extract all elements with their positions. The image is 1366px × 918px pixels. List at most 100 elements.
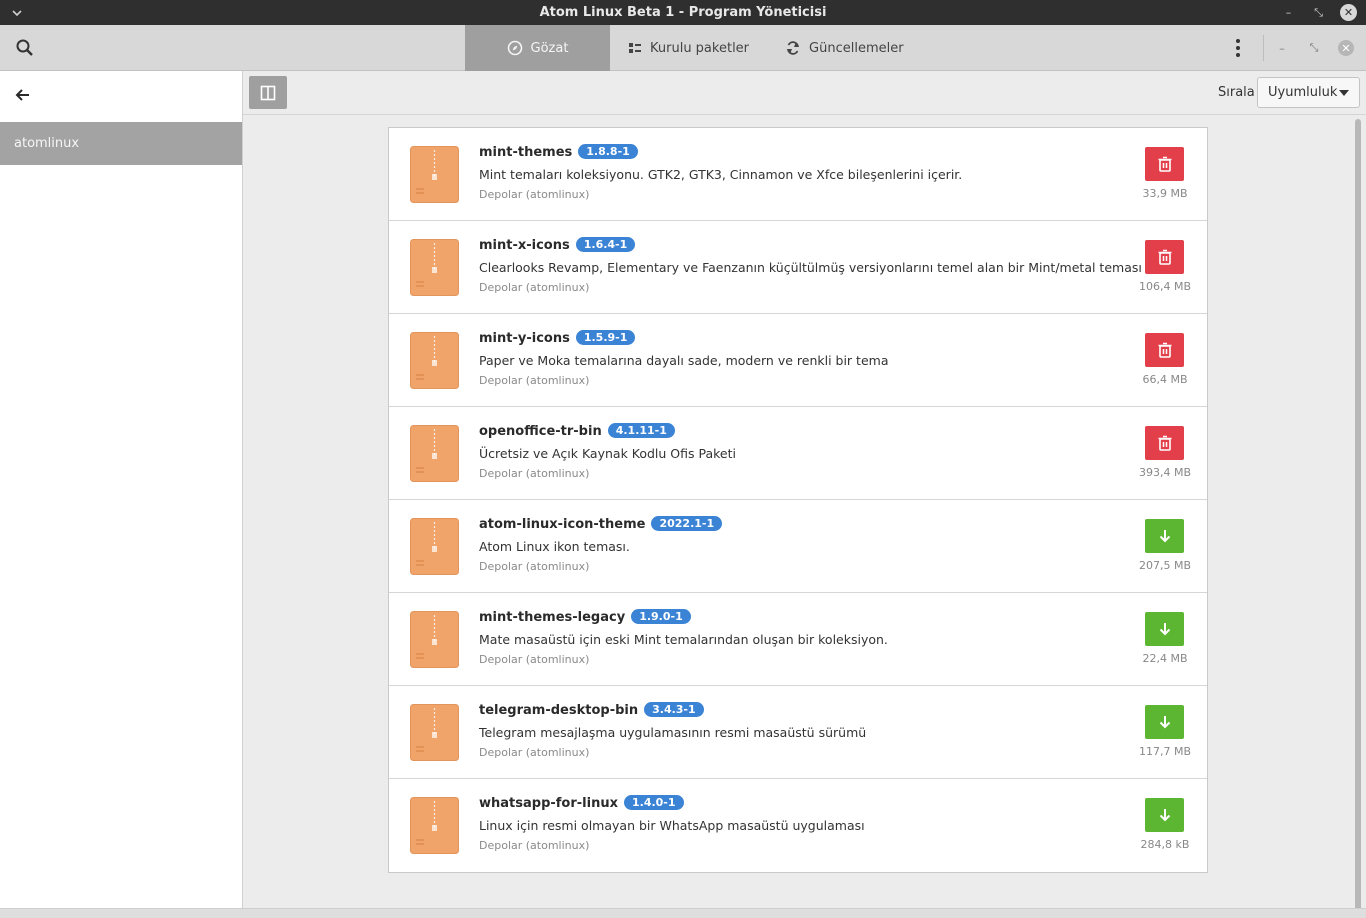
package-size: 22,4 MB <box>1142 652 1188 665</box>
package-name-line: mint-y-icons 1.5.9-1 <box>479 330 636 346</box>
list-toolbar: Sırala Uyumluluk <box>243 71 1366 115</box>
version-badge: 4.1.11-1 <box>607 423 675 438</box>
install-button[interactable] <box>1145 798 1184 832</box>
search-icon[interactable] <box>14 37 36 59</box>
package-repo: Depolar (atomlinux) <box>479 467 590 480</box>
package-list: mint-themes 1.8.8-1 Mint temaları koleksi… <box>388 127 1208 873</box>
caret-down-icon <box>1339 90 1349 96</box>
sort-dropdown[interactable]: Uyumluluk <box>1257 77 1360 108</box>
title-bar: Atom Linux Beta 1 - Program Yöneticisi –… <box>0 0 1366 25</box>
header-separator <box>1263 35 1264 61</box>
tab-label: Kurulu paketler <box>650 40 750 56</box>
package-row[interactable]: atom-linux-icon-theme 2022.1-1 Atom Linux… <box>389 500 1207 593</box>
package-repo: Depolar (atomlinux) <box>479 281 590 294</box>
tab-label: Güncellemeler <box>809 40 904 56</box>
package-repo: Depolar (atomlinux) <box>479 188 590 201</box>
tab-installed[interactable]: Kurulu paketler <box>610 25 767 71</box>
package-size: 106,4 MB <box>1138 280 1192 293</box>
more-options-icon[interactable] <box>1229 37 1247 59</box>
window-title: Atom Linux Beta 1 - Program Yöneticisi <box>539 5 827 20</box>
package-repo: Depolar (atomlinux) <box>479 839 590 852</box>
view-tabs: Gözat Kurulu paketler Güncellemeler <box>465 25 922 71</box>
sort-label: Sırala <box>1218 85 1255 100</box>
package-description: Telegram mesajlaşma uygulamasının resmi … <box>479 725 867 740</box>
install-button[interactable] <box>1145 705 1184 739</box>
version-badge: 1.8.8-1 <box>578 144 638 159</box>
package-archive-icon <box>410 332 459 389</box>
package-row[interactable]: mint-themes-legacy 1.9.0-1 Mate masaüstü … <box>389 593 1207 686</box>
package-archive-icon <box>410 146 459 203</box>
remove-button[interactable] <box>1145 426 1184 460</box>
install-button[interactable] <box>1145 519 1184 553</box>
package-repo: Depolar (atomlinux) <box>479 746 590 759</box>
version-badge: 1.6.4-1 <box>575 237 636 252</box>
sidebar-item-atomlinux[interactable]: atomlinux <box>0 122 242 165</box>
minimize-icon[interactable]: – <box>1280 4 1297 21</box>
toggle-sidebar-button[interactable] <box>249 76 287 109</box>
tab-updates[interactable]: Güncellemeler <box>767 25 922 71</box>
package-archive-icon <box>410 797 459 854</box>
download-arrow-icon <box>1159 623 1170 636</box>
download-arrow-icon <box>1159 530 1170 543</box>
download-arrow-icon <box>1159 809 1170 822</box>
package-size: 66,4 MB <box>1142 373 1188 386</box>
package-description: Mint temaları koleksiyonu. GTK2, GTK3, C… <box>479 167 963 182</box>
version-badge: 1.4.0-1 <box>623 795 684 810</box>
scrollbar[interactable] <box>1355 119 1361 913</box>
package-name: mint-x-icons <box>479 238 570 253</box>
package-repo: Depolar (atomlinux) <box>479 374 590 387</box>
back-arrow-icon[interactable] <box>12 84 34 106</box>
trash-icon <box>1158 342 1171 358</box>
package-name-line: telegram-desktop-bin 3.4.3-1 <box>479 702 704 718</box>
close-icon[interactable]: ✕ <box>1340 4 1357 21</box>
grid-list-icon <box>629 43 641 53</box>
package-description: Atom Linux ikon teması. <box>479 539 630 554</box>
package-description: Mate masaüstü için eski Mint temalarında… <box>479 632 888 647</box>
sidebar: atomlinux <box>0 71 243 918</box>
package-row[interactable]: mint-y-icons 1.5.9-1 Paper ve Moka temala… <box>389 314 1207 407</box>
package-name: mint-themes <box>479 145 573 160</box>
refresh-icon <box>787 41 800 55</box>
package-size: 284,8 kB <box>1140 838 1190 851</box>
remove-button[interactable] <box>1145 333 1184 367</box>
package-size: 393,4 MB <box>1138 466 1192 479</box>
package-size: 207,5 MB <box>1138 559 1192 572</box>
package-archive-icon <box>410 518 459 575</box>
close-icon[interactable]: ✕ <box>1338 40 1354 56</box>
status-strip <box>0 908 1366 918</box>
package-row[interactable]: mint-themes 1.8.8-1 Mint temaları koleksi… <box>389 128 1207 221</box>
download-arrow-icon <box>1159 716 1170 729</box>
version-badge: 1.9.0-1 <box>631 609 691 624</box>
remove-button[interactable] <box>1145 147 1184 181</box>
tab-browse[interactable]: Gözat <box>465 25 610 71</box>
minimize-icon[interactable]: – <box>1274 40 1290 56</box>
package-archive-icon <box>410 239 459 296</box>
version-badge: 2022.1-1 <box>651 516 723 531</box>
remove-button[interactable] <box>1145 240 1184 274</box>
package-name-line: mint-themes-legacy 1.9.0-1 <box>479 609 691 625</box>
package-description: Paper ve Moka temalarına dayalı sade, mo… <box>479 353 889 368</box>
main-content: Sırala Uyumluluk mint-themes 1.8.8-1 Mint… <box>243 71 1366 918</box>
package-size: 33,9 MB <box>1142 187 1188 200</box>
package-row[interactable]: whatsapp-for-linux 1.4.0-1 Linux için res… <box>389 779 1207 872</box>
package-description: Clearlooks Revamp, Elementary ve Faenzan… <box>479 260 1142 275</box>
package-row[interactable]: mint-x-icons 1.6.4-1 Clearlooks Revamp, E… <box>389 221 1207 314</box>
restore-icon[interactable]: ⤡ <box>1306 40 1322 56</box>
package-name: telegram-desktop-bin <box>479 703 639 718</box>
tab-label: Gözat <box>530 40 569 56</box>
package-name: whatsapp-for-linux <box>479 796 618 811</box>
package-name-line: mint-themes 1.8.8-1 <box>479 144 638 160</box>
package-name: openoffice-tr-bin <box>479 424 602 439</box>
trash-icon <box>1158 249 1171 265</box>
restore-icon[interactable]: ⤡ <box>1310 4 1327 21</box>
install-button[interactable] <box>1145 612 1184 646</box>
package-row[interactable]: openoffice-tr-bin 4.1.11-1 Ücretsiz ve Aç… <box>389 407 1207 500</box>
package-archive-icon <box>410 704 459 761</box>
trash-icon <box>1158 435 1171 451</box>
compass-icon <box>507 40 522 56</box>
package-archive-icon <box>410 425 459 482</box>
package-description: Linux için resmi olmayan bir WhatsApp ma… <box>479 818 865 833</box>
sidebar-panel-icon <box>260 85 276 100</box>
package-description: Ücretsiz ve Açık Kaynak Kodlu Ofis Paket… <box>479 446 736 461</box>
package-row[interactable]: telegram-desktop-bin 3.4.3-1 Telegram mes… <box>389 686 1207 779</box>
